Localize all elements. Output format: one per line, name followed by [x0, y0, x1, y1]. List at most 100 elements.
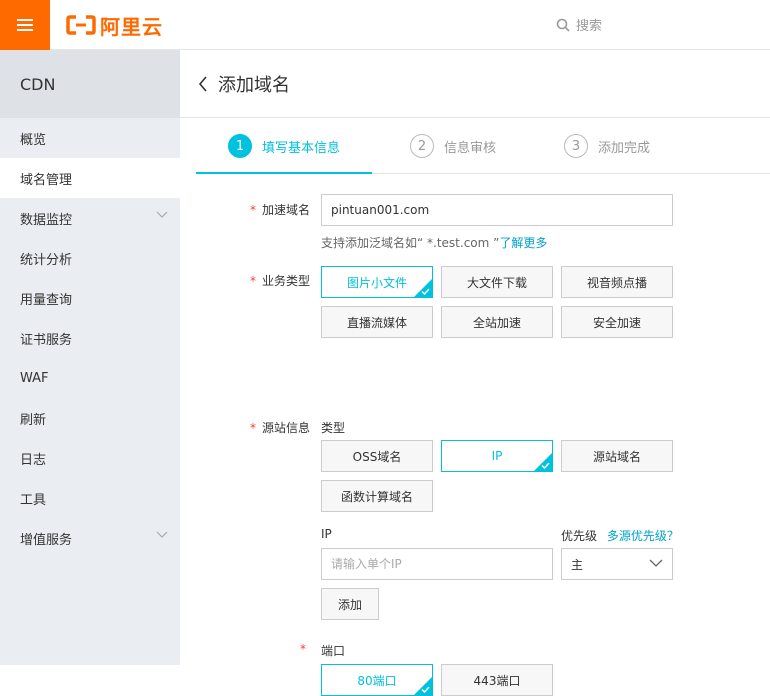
- learn-more-link[interactable]: 了解更多: [499, 236, 547, 250]
- sidebar-item-logs[interactable]: 日志: [0, 438, 180, 478]
- search-button[interactable]: 搜索: [556, 15, 602, 34]
- step-label: 信息审核: [444, 140, 497, 156]
- sidebar-item-certificate-service[interactable]: 证书服务: [0, 318, 180, 358]
- sidebar-item-domain-management[interactable]: 域名管理: [0, 158, 180, 198]
- sidebar-item-label: 刷新: [20, 412, 47, 428]
- port-option-80[interactable]: 80端口: [321, 664, 433, 696]
- option-label: 安全加速: [592, 315, 641, 330]
- sidebar: CDN 概览 域名管理 数据监控 统计分析 用量查询 证书服务 WAF 刷新 日…: [0, 50, 180, 665]
- sidebar-item-tools[interactable]: 工具: [0, 478, 180, 518]
- port-required-mark: *: [300, 642, 312, 656]
- sidebar-item-statistics[interactable]: 统计分析: [0, 238, 180, 278]
- step-indicator: 1 填写基本信息 2 信息审核 3 添加完成: [196, 118, 770, 174]
- priority-label-row: 优先级 多源优先级？: [561, 527, 679, 544]
- option-label: 全站加速: [472, 315, 521, 330]
- step-number: 2: [410, 134, 434, 158]
- ip-input[interactable]: [321, 548, 553, 580]
- sidebar-item-label: 工具: [20, 492, 47, 508]
- option-label: 443端口: [473, 673, 521, 688]
- business-option-vod[interactable]: 视音频点播: [561, 266, 673, 298]
- step-number: 3: [564, 134, 588, 158]
- step-label: 填写基本信息: [262, 140, 341, 156]
- page-title: 添加域名: [218, 74, 290, 96]
- origin-type-ip[interactable]: IP: [441, 440, 553, 472]
- sidebar-item-usage-query[interactable]: 用量查询: [0, 278, 180, 318]
- hamburger-icon[interactable]: [0, 0, 50, 50]
- sidebar-item-label: 增值服务: [20, 532, 73, 548]
- page-header: 添加域名: [180, 50, 770, 118]
- sidebar-title: CDN: [0, 50, 180, 118]
- option-label: OSS域名: [352, 449, 402, 464]
- domain-input[interactable]: [321, 194, 673, 226]
- business-type-label-text: 业务类型: [262, 274, 311, 288]
- option-label: IP: [491, 449, 503, 463]
- brand-name: 阿里云: [100, 14, 163, 39]
- domain-hint-text: 支持添加泛域名如“ *.test.com ”: [321, 236, 500, 250]
- priority-label: 优先级: [561, 529, 598, 543]
- domain-label: * 加速域名: [250, 201, 310, 218]
- required-mark: *: [250, 274, 256, 288]
- sidebar-item-label: 概览: [20, 132, 47, 148]
- option-label: 80端口: [357, 673, 397, 688]
- business-option-live-streaming[interactable]: 直播流媒体: [321, 306, 433, 338]
- domain-label-text: 加速域名: [262, 203, 311, 217]
- option-label: 直播流媒体: [346, 315, 407, 330]
- sidebar-item-label: 统计分析: [20, 252, 73, 268]
- chevron-down-icon: [649, 559, 663, 567]
- origin-type-function-compute[interactable]: 函数计算域名: [321, 480, 433, 512]
- step-2[interactable]: 2 信息审核: [410, 134, 496, 158]
- option-label: 视音频点播: [586, 275, 647, 290]
- search-label: 搜索: [576, 19, 603, 34]
- domain-hint: 支持添加泛域名如“ *.test.com ”了解更多: [321, 234, 547, 251]
- main-content: 添加域名 1 填写基本信息 2 信息审核 3 添加完成 * 加速域名 支持添加泛域…: [180, 50, 770, 696]
- option-label: 函数计算域名: [340, 489, 413, 504]
- required-mark: *: [300, 642, 306, 656]
- back-button[interactable]: [198, 75, 208, 92]
- sidebar-item-label: 证书服务: [20, 332, 73, 348]
- origin-label-text: 源站信息: [262, 421, 311, 435]
- add-origin-button[interactable]: 添加: [321, 588, 379, 620]
- aliyun-logo-mark-icon: [66, 15, 96, 35]
- top-bar: 阿里云 搜索: [0, 0, 770, 50]
- step-1[interactable]: 1 填写基本信息: [228, 134, 340, 158]
- aliyun-logo[interactable]: 阿里云: [66, 13, 163, 39]
- active-step-underline: [196, 172, 372, 174]
- chevron-left-icon: [198, 75, 207, 92]
- sidebar-item-refresh[interactable]: 刷新: [0, 398, 180, 438]
- sidebar-item-value-added-services[interactable]: 增值服务: [0, 518, 180, 558]
- step-3[interactable]: 3 添加完成: [564, 134, 650, 158]
- step-number: 1: [228, 134, 252, 158]
- ip-label: IP: [321, 527, 332, 541]
- port-label: 端口: [321, 644, 346, 658]
- step-label: 添加完成: [598, 140, 651, 156]
- sidebar-item-label: WAF: [20, 370, 49, 386]
- check-icon: [541, 462, 550, 469]
- business-option-full-site-acceleration[interactable]: 全站加速: [441, 306, 553, 338]
- sidebar-item-label: 域名管理: [20, 172, 73, 188]
- origin-label: * 源站信息: [250, 419, 310, 436]
- option-label: 源站域名: [592, 449, 641, 464]
- sidebar-item-waf[interactable]: WAF: [0, 358, 180, 398]
- business-option-large-file-download[interactable]: 大文件下载: [441, 266, 553, 298]
- business-option-security-acceleration[interactable]: 安全加速: [561, 306, 673, 338]
- port-option-443[interactable]: 443端口: [441, 664, 553, 696]
- check-icon: [421, 288, 430, 295]
- origin-type-oss[interactable]: OSS域名: [321, 440, 433, 472]
- business-option-small-files[interactable]: 图片小文件: [321, 266, 433, 298]
- option-label: 图片小文件: [346, 275, 407, 290]
- sidebar-item-overview[interactable]: 概览: [0, 118, 180, 158]
- origin-type-origin-domain[interactable]: 源站域名: [561, 440, 673, 472]
- sidebar-item-label: 数据监控: [20, 212, 73, 228]
- priority-select[interactable]: 主: [561, 548, 673, 580]
- required-mark: *: [250, 421, 256, 435]
- sidebar-item-label: 日志: [20, 452, 47, 468]
- search-icon: [556, 18, 570, 32]
- chevron-down-icon: [156, 531, 168, 538]
- option-label: 大文件下载: [466, 275, 527, 290]
- required-mark: *: [250, 203, 256, 217]
- chevron-down-icon: [156, 211, 168, 218]
- sidebar-item-data-monitoring[interactable]: 数据监控: [0, 198, 180, 238]
- multi-origin-priority-link[interactable]: 多源优先级？: [607, 529, 679, 543]
- check-icon: [421, 686, 430, 693]
- priority-value: 主: [571, 557, 584, 572]
